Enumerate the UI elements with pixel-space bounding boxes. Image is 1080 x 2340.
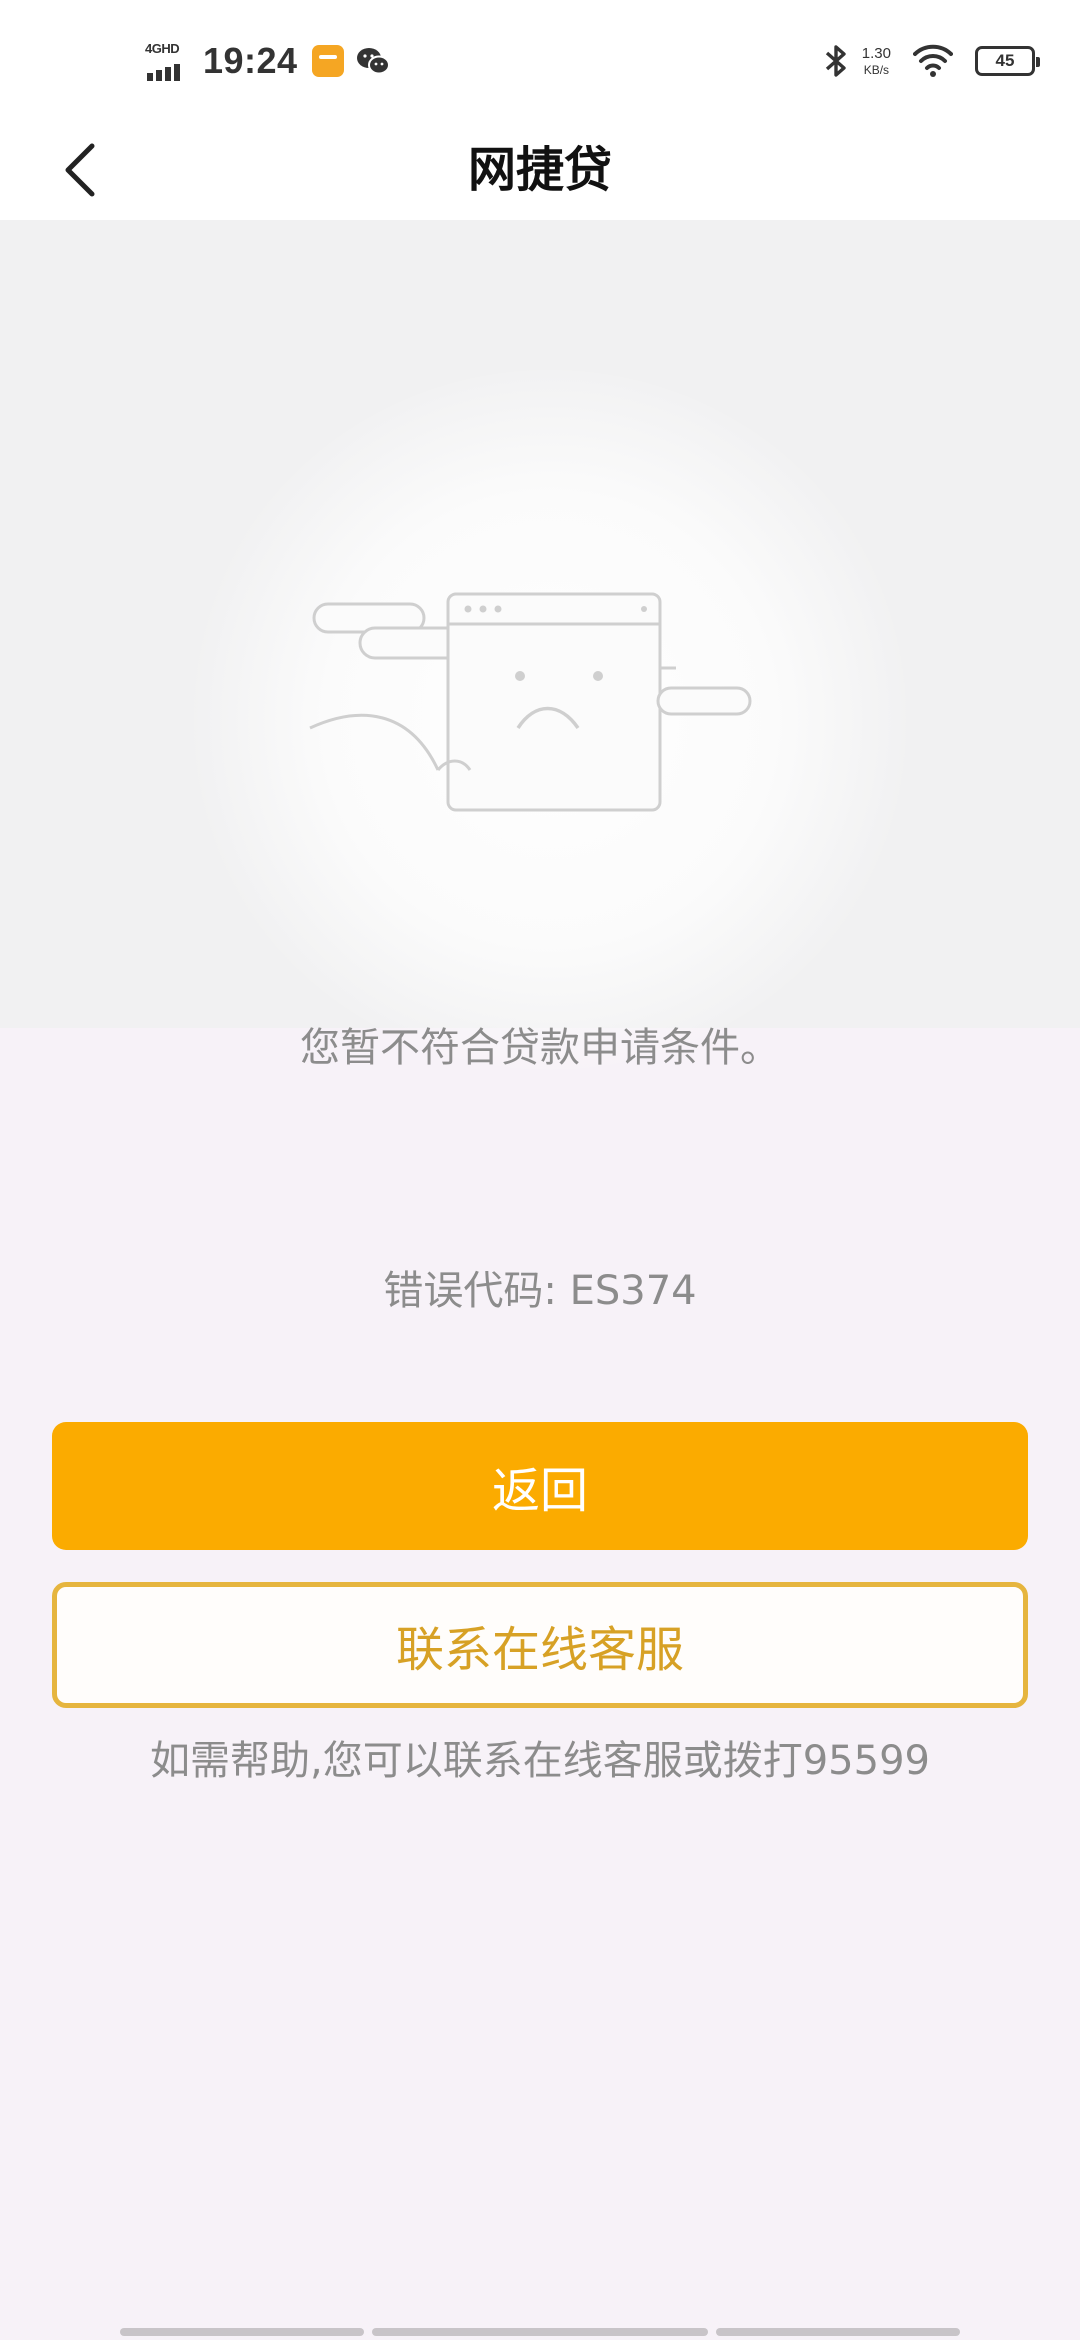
battery-level: 45 (995, 51, 1015, 70)
return-button[interactable]: 返回 (52, 1422, 1028, 1550)
status-right: 1.30 KB/s 45 (822, 36, 1040, 86)
ineligible-message: 您暂不符合贷款申请条件。 (300, 1025, 780, 1071)
battery-icon: 45 (975, 46, 1040, 76)
wifi-icon (913, 44, 953, 78)
help-text: 如需帮助,您可以联系在线客服或拨打95599 (150, 1738, 930, 1784)
contact-support-button[interactable]: 联系在线客服 (52, 1582, 1028, 1708)
status-left: 4GHD 19:24 (145, 36, 390, 86)
sad-window-icon (309, 592, 752, 812)
page-title: 网捷贷 (467, 142, 612, 198)
illustration-area (0, 220, 1080, 1070)
error-code: 错误代码: ES374 (383, 1268, 697, 1314)
speed-value: 1.30 (861, 45, 891, 62)
wechat-icon (356, 46, 390, 76)
status-time: 19:24 (203, 40, 298, 81)
signal-icon: 4GHD (145, 41, 189, 81)
app-notification-icon (311, 45, 344, 77)
network-speed: 1.30 KB/s (862, 46, 891, 76)
network-type: 4GHD (145, 41, 180, 56)
speed-unit: KB/s (863, 63, 890, 77)
bluetooth-icon (822, 42, 850, 80)
nav-bar: 网捷贷 (0, 120, 1080, 220)
gesture-bar[interactable] (120, 2328, 960, 2336)
signal-bars (147, 64, 180, 81)
status-bar: 4GHD 19:24 1.30 KB/s 45 (0, 0, 1080, 120)
